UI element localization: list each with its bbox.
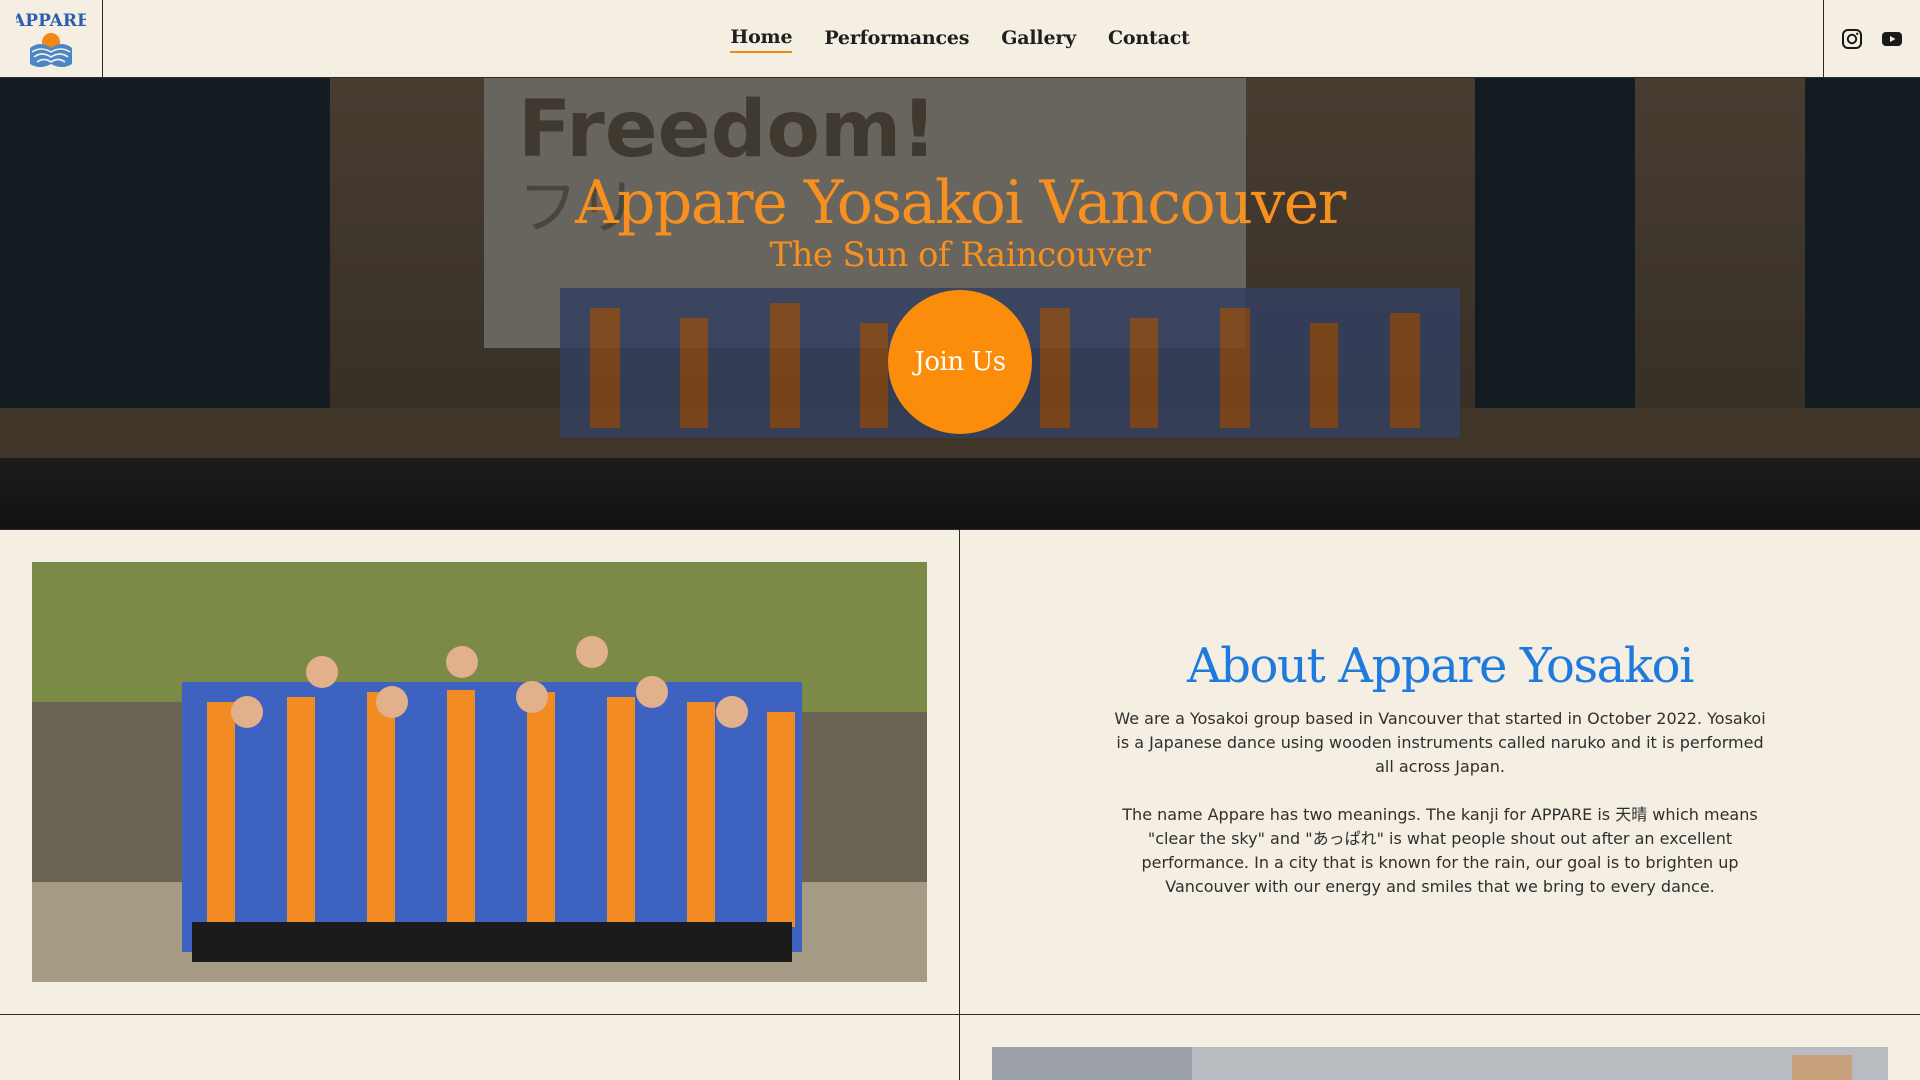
nav-gallery[interactable]: Gallery bbox=[1001, 27, 1076, 52]
nav-performances[interactable]: Performances bbox=[824, 27, 969, 52]
about-title: About Appare Yosakoi bbox=[1186, 638, 1695, 694]
second-photo bbox=[992, 1047, 1888, 1080]
logo-cell: APPARE bbox=[0, 0, 103, 78]
site-header: APPARE Home Performances Gallery Contact bbox=[0, 0, 1920, 78]
hero-title: Appare Yosakoi Vancouver bbox=[575, 168, 1346, 238]
group-photo bbox=[32, 562, 927, 982]
hero-subtitle: The Sun of Raincouver bbox=[769, 235, 1151, 275]
nav-home[interactable]: Home bbox=[730, 26, 793, 53]
divider-horizontal-top bbox=[0, 529, 1920, 530]
about-paragraph-2: The name Appare has two meanings. The ka… bbox=[1122, 804, 1758, 896]
about-paragraph-1: We are a Yosakoi group based in Vancouve… bbox=[1114, 708, 1766, 776]
nav-contact[interactable]: Contact bbox=[1108, 27, 1190, 52]
main-nav: Home Performances Gallery Contact bbox=[0, 0, 1920, 78]
logo-text: APPARE bbox=[16, 11, 86, 31]
divider-horizontal-bottom bbox=[0, 1014, 1920, 1015]
social-links bbox=[1823, 0, 1920, 78]
about-section: About Appare Yosakoi We are a Yosakoi gr… bbox=[960, 640, 1920, 899]
hero-heading-group: Appare Yosakoi Vancouver The Sun of Rain… bbox=[0, 173, 1920, 276]
youtube-icon[interactable] bbox=[1880, 27, 1904, 51]
instagram-icon[interactable] bbox=[1840, 27, 1864, 51]
join-us-button[interactable]: Join Us bbox=[888, 290, 1032, 434]
appare-logo[interactable]: APPARE bbox=[16, 4, 86, 74]
hero-section: Freedom! フリ Appare Yosakoi Vancouver The… bbox=[0, 78, 1920, 530]
